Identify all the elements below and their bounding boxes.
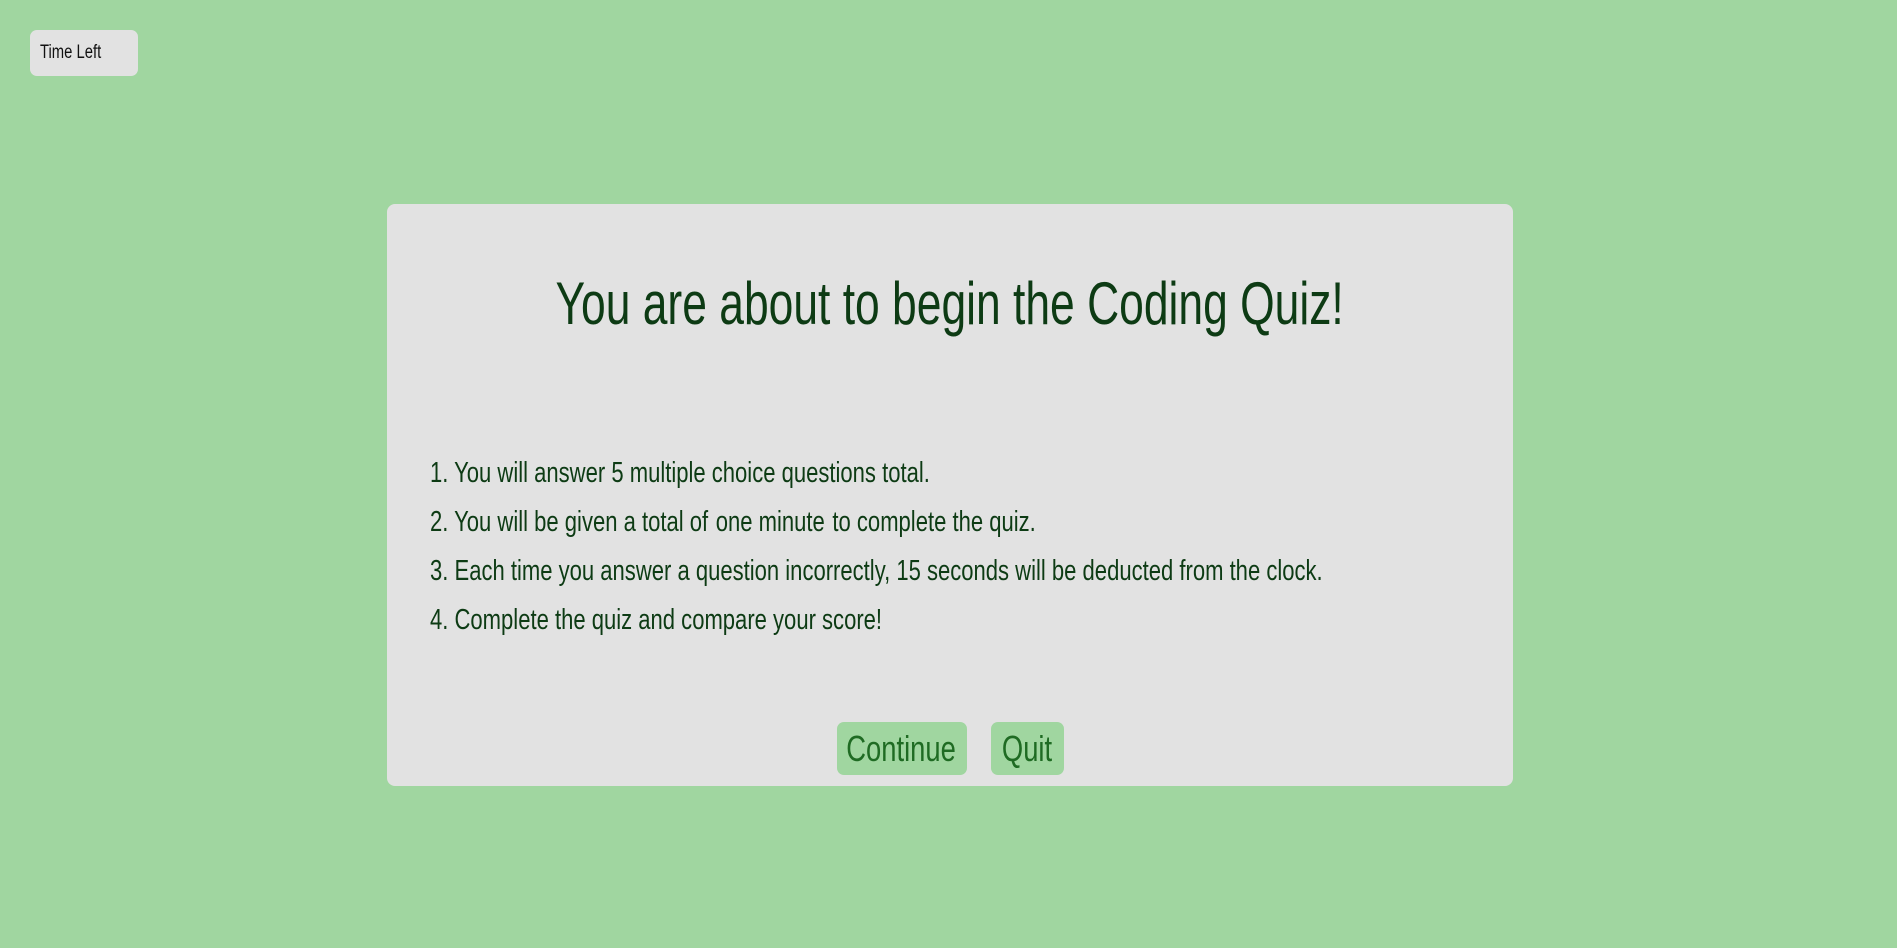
- rule-item: 2. You will be given a total of one minut…: [430, 506, 1036, 538]
- time-left-label: Time Left: [40, 42, 102, 63]
- quit-button[interactable]: Quit: [990, 722, 1064, 775]
- rule-item: 3. Each time you answer a question incor…: [430, 555, 1323, 587]
- rule-item: 1. You will answer 5 multiple choice que…: [430, 457, 930, 489]
- page: Time Left You are about to begin the Cod…: [0, 0, 1897, 948]
- time-left-display: Time Left: [30, 30, 138, 76]
- action-buttons: Continue Quit: [387, 722, 1513, 775]
- continue-button[interactable]: Continue: [836, 722, 967, 775]
- rule-item: 4. Complete the quiz and compare your sc…: [430, 604, 883, 636]
- quiz-title: You are about to begin the Coding Quiz!: [555, 270, 1345, 337]
- rules-list: 1. You will answer 5 multiple choice que…: [430, 449, 1605, 645]
- time-limit-highlight: one minute: [715, 506, 825, 538]
- quiz-intro-card: You are about to begin the Coding Quiz! …: [387, 204, 1513, 786]
